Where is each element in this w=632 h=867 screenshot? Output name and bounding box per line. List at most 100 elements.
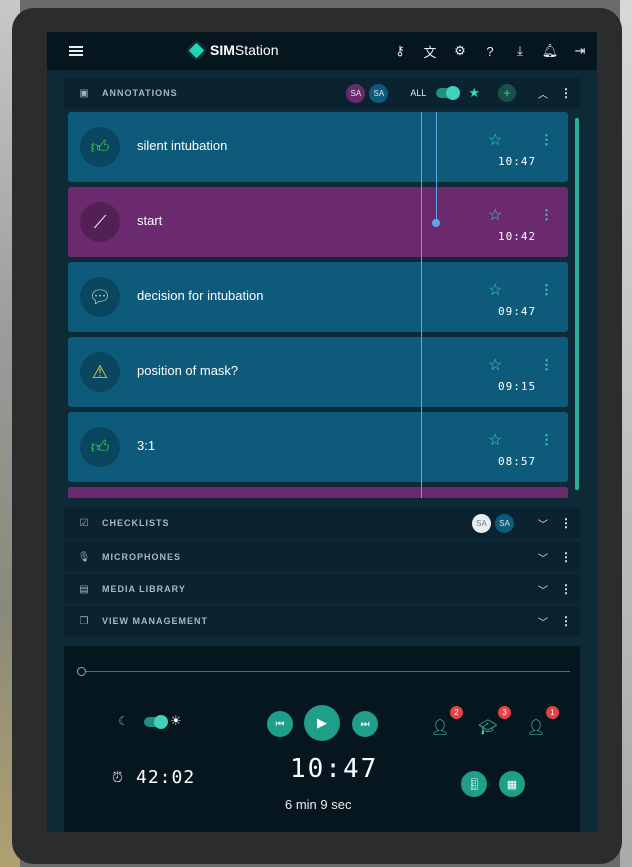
section-microphones[interactable]: 🎙︎ MICROPHONES ﹀ ⋮ (64, 542, 580, 572)
skip-back-icon: ⏮︎ (275, 718, 285, 730)
logout-icon[interactable]: ⇥ (571, 42, 589, 60)
more-icon[interactable]: ⋮ (560, 86, 572, 100)
play-button[interactable]: ▶ (304, 705, 340, 741)
add-annotation-button[interactable]: + (498, 84, 516, 102)
skip-forward-button[interactable]: ⏭︎ (352, 711, 378, 737)
top-toolbar: ⚷ 文 ⚙ ? ⤓ 🔔︎ ⇥ (391, 42, 589, 60)
more-icon[interactable]: ⋮ (540, 207, 553, 223)
annotation-time: 10:42 (498, 230, 537, 243)
playhead-line (421, 112, 422, 498)
more-icon[interactable]: ⋮ (540, 132, 553, 148)
avatar[interactable]: SA (346, 83, 366, 103)
moon-icon: ☾ (118, 714, 129, 728)
media-library-icon: ▤ (79, 583, 89, 595)
chevron-down-icon[interactable]: ﹀ (536, 516, 550, 531)
annotation-scrollbar[interactable] (575, 118, 579, 490)
star-icon[interactable]: ☆ (488, 205, 502, 225)
download-icon[interactable]: ⤓ (511, 42, 529, 60)
annotation-item[interactable]: 💬︎ decision for intubation ☆ ⋮ 09:47 (68, 262, 568, 332)
annotations-header-actions: SA SA ALL ★ + ︿ ⋮ (346, 78, 572, 108)
microphone-icon: 🎙︎ (77, 551, 91, 563)
participant-icon[interactable]: 👤︎ (429, 716, 451, 738)
logo-mark-icon (185, 39, 208, 61)
section-actions: ﹀ ⋮ (536, 606, 572, 636)
more-icon[interactable]: ⋮ (540, 357, 553, 373)
thumbs-up-icon: 👍︎ (80, 127, 120, 167)
avatar[interactable]: SA (472, 513, 491, 533)
menu-icon[interactable] (69, 46, 83, 56)
student-count-badge: 3 (498, 706, 511, 719)
top-bar: SIMStation ⚷ 文 ⚙ ? ⤓ 🔔︎ ⇥ (47, 32, 597, 70)
chevron-down-icon[interactable]: ﹀ (536, 582, 550, 597)
settings-icon[interactable]: ⚙ (451, 42, 469, 60)
translate-icon[interactable]: 文 (421, 42, 439, 60)
checkbox-icon: ☑ (79, 517, 89, 529)
more-icon[interactable]: ⋮ (560, 550, 572, 564)
section-media-library[interactable]: ▤ MEDIA LIBRARY ﹀ ⋮ (64, 574, 580, 604)
more-icon[interactable]: ⋮ (540, 282, 553, 298)
chevron-up-icon[interactable]: ︿ (536, 86, 550, 101)
sun-icon: ☀ (170, 713, 182, 728)
layout-icon: ▦ (506, 778, 518, 791)
comment-icon: 💬︎ (80, 277, 120, 317)
warning-icon: ⚠︎ (80, 352, 120, 392)
skip-forward-icon: ⏭︎ (360, 718, 370, 730)
instructor-count-badge: 1 (546, 706, 559, 719)
duration-text: 6 min 9 sec (285, 797, 352, 812)
annotation-item[interactable]: ⚠︎ position of mask? ☆ ⋮ 09:15 (68, 337, 568, 407)
thumbs-up-icon: 👍︎ (80, 427, 120, 467)
annotation-label: 3:1 (137, 438, 156, 453)
section-view-management[interactable]: ❐ VIEW MANAGEMENT ﹀ ⋮ (64, 606, 580, 636)
all-label: ALL (410, 88, 427, 98)
timeline-track[interactable] (82, 671, 570, 672)
door-icon: 🚪︎ (467, 778, 481, 791)
pen-icon: ⟋ (80, 202, 120, 242)
layout-button[interactable]: ▦ (499, 771, 525, 797)
annotation-list: 👍︎ silent intubation ☆ ⋮ 10:47 ⟋ start ☆… (64, 112, 580, 498)
dark-mode-toggle[interactable] (144, 715, 168, 729)
star-icon[interactable]: ☆ (488, 280, 502, 300)
star-icon[interactable]: ☆ (488, 130, 502, 150)
section-checklists[interactable]: ☑ CHECKLISTS SA SA ﹀ ⋮ (64, 508, 580, 538)
chevron-down-icon[interactable]: ﹀ (536, 614, 550, 629)
section-actions: SA SA ﹀ ⋮ (472, 508, 572, 538)
cursor-handle[interactable] (432, 219, 440, 227)
exit-room-button[interactable]: 🚪︎ (461, 771, 487, 797)
annotations-title: ANNOTATIONS (102, 88, 178, 98)
annotations-header[interactable]: ▣ ANNOTATIONS SA SA ALL ★ + ︿ ⋮ (64, 78, 580, 108)
annotation-item[interactable] (68, 487, 568, 498)
instructor-icon[interactable]: 👤︎ (525, 716, 547, 738)
more-icon[interactable]: ⋮ (560, 614, 572, 628)
help-icon[interactable]: ? (481, 42, 499, 60)
skip-back-button[interactable]: ⏮︎ (267, 711, 293, 737)
view-management-icon: ❐ (79, 615, 89, 627)
bell-icon[interactable]: 🔔︎ (541, 42, 559, 60)
more-icon[interactable]: ⋮ (560, 516, 572, 530)
student-icon[interactable]: 🎓︎ (477, 716, 499, 738)
timeline-knob[interactable] (77, 667, 86, 676)
more-icon[interactable]: ⋮ (560, 582, 572, 596)
section-title: MEDIA LIBRARY (102, 584, 186, 594)
participant-count-badge: 2 (450, 706, 463, 719)
app-screen: SIMStation ⚷ 文 ⚙ ? ⤓ 🔔︎ ⇥ ▣ ANNOTATIONS … (47, 32, 597, 832)
avatar[interactable]: SA (495, 513, 514, 533)
play-icon: ▶ (317, 715, 327, 730)
avatar[interactable]: SA (369, 83, 389, 103)
annotation-label: decision for intubation (137, 288, 264, 303)
alarm-icon: ⏰︎ (112, 769, 123, 785)
annotation-item[interactable]: ⟋ start ☆ ⋮ 10:42 (68, 187, 568, 257)
section-title: MICROPHONES (102, 552, 182, 562)
annotation-time: 09:47 (498, 305, 537, 318)
annotation-item[interactable]: 👍︎ 3:1 ☆ ⋮ 08:57 (68, 412, 568, 482)
more-icon[interactable]: ⋮ (540, 432, 553, 448)
annotation-time: 08:57 (498, 455, 537, 468)
annotations-icon: ▣ (79, 87, 89, 99)
star-icon[interactable]: ☆ (488, 355, 502, 375)
chevron-down-icon[interactable]: ﹀ (536, 550, 550, 565)
annotation-item[interactable]: 👍︎ silent intubation ☆ ⋮ 10:47 (68, 112, 568, 182)
annotation-time: 10:47 (498, 155, 537, 168)
key-icon[interactable]: ⚷ (391, 42, 409, 60)
star-filter-icon[interactable]: ★ (468, 85, 480, 101)
star-icon[interactable]: ☆ (488, 430, 502, 450)
all-toggle[interactable] (436, 86, 461, 100)
